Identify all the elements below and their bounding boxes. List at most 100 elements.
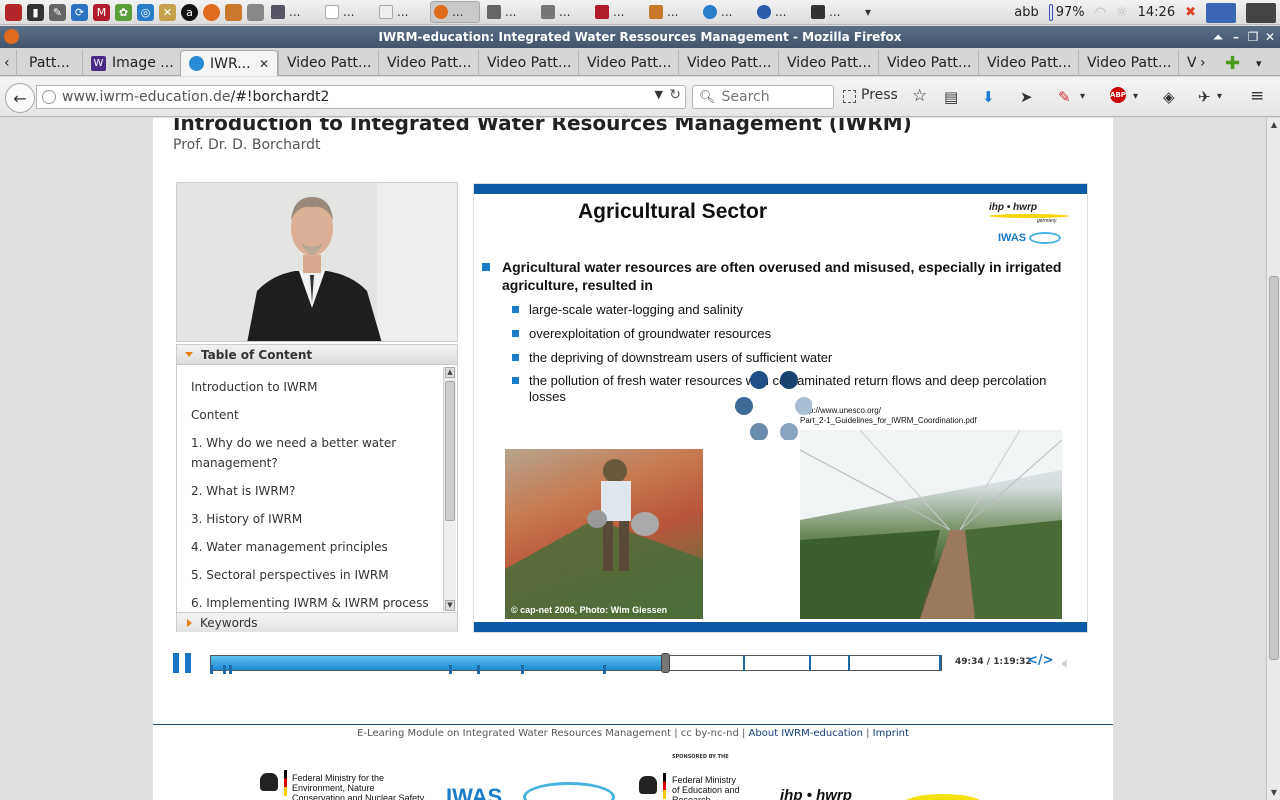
search-bar[interactable]: 🔍︎ [692,85,834,109]
tool-icon[interactable]: ✕ [159,3,176,21]
minimize-icon[interactable]: – [1228,29,1244,45]
hamburger-menu-icon[interactable]: ≡ [1250,86,1264,106]
maximize-icon[interactable]: ❐ [1245,29,1261,45]
tab-item[interactable]: Video Patt... [678,50,778,76]
adblock-icon[interactable]: ABP [1110,87,1126,103]
chapter-marker[interactable] [848,655,850,671]
scroll-up-icon[interactable]: ▲ [1268,119,1280,131]
text-editor-icon[interactable]: ✎ [49,3,66,21]
chevron-down-icon[interactable]: ▾ [1080,91,1085,102]
imprint-link[interactable]: Imprint [873,728,909,739]
firefox-icon[interactable] [203,3,220,21]
tab-item[interactable]: Patt... [16,50,82,76]
sync-icon[interactable]: ⟳ [71,3,88,21]
scroll-up-icon[interactable]: ▲ [445,367,455,378]
press-button[interactable]: Press [861,87,898,103]
progress-knob[interactable] [661,653,670,673]
tab-item[interactable]: W Image ... [82,50,180,76]
taskbar-item[interactable]: ... [646,1,696,23]
taskbar-overflow[interactable]: ▾ [862,1,886,23]
new-tab-button[interactable]: ✚ [1222,50,1246,76]
keyboard-layout[interactable]: abb [1014,5,1038,20]
volume-muted-icon[interactable]: ✖ [1185,5,1196,20]
scroll-down-icon[interactable]: ▼ [1268,787,1280,799]
back-button[interactable]: ← [5,83,35,113]
chapter-marker[interactable] [939,655,941,671]
firefox-workspace-icon[interactable] [1206,2,1236,23]
chapter-tick[interactable] [449,665,452,674]
chromium-icon[interactable]: ◎ [137,3,154,21]
network-icon[interactable]: ✿ [115,3,132,21]
url-history-dropdown[interactable]: ▼ [655,88,663,101]
wifi-icon[interactable]: ◠ [1095,5,1106,20]
clock[interactable]: 14:26 [1138,5,1175,20]
clean-icon[interactable]: ✎ [1058,88,1071,106]
toc-scrollbar[interactable]: ▲ ▼ [443,367,456,611]
chapter-marker[interactable] [743,655,745,671]
terminal-icon[interactable]: ▮ [27,3,44,21]
taskbar-item[interactable]: ... [538,1,588,23]
chapter-tick[interactable] [521,665,524,674]
tab-item[interactable]: Video Patt... [278,50,378,76]
tab-item[interactable]: Video Patt... [878,50,978,76]
brightness-icon[interactable]: ☼ [1116,5,1128,20]
tab-item[interactable]: V [1178,50,1196,76]
lecture-slide[interactable]: Agricultural Sector ihp • hwrp germany IW… [473,183,1088,633]
pause-button[interactable] [173,653,191,673]
taskbar-item[interactable]: ... [700,1,750,23]
files-icon[interactable] [225,3,242,21]
tools-icon[interactable]: ✈ [1198,88,1211,106]
volume-icon[interactable]: 🔈︎ [1062,654,1071,672]
screenshot-icon[interactable] [247,3,264,21]
chapter-tick[interactable] [477,665,480,674]
toc-item[interactable]: Content [191,405,441,425]
app-menu-icon[interactable] [5,3,22,21]
tab-item[interactable]: Video Patt... [478,50,578,76]
page-scroll-thumb[interactable] [1269,276,1279,660]
toc-header[interactable]: Table of Content [177,345,457,365]
chapter-tick[interactable] [603,665,606,674]
chapter-tick[interactable] [229,665,232,674]
page-scrollbar[interactable]: ▲ ▼ [1266,118,1280,800]
taskbar-item[interactable]: ... [322,1,372,23]
bookmark-star-icon[interactable]: ☆ [912,86,927,106]
about-link[interactable]: About IWRM-education [749,728,863,739]
taskbar-item[interactable]: ... [268,1,318,23]
toc-item[interactable]: 6. Implementing IWRM & IWRM process [191,593,441,613]
chapter-tick[interactable] [223,665,226,674]
taskbar-item[interactable]: ... [592,1,642,23]
taskbar-item[interactable]: ... [376,1,426,23]
url-bar[interactable]: www.iwrm-education.de/#!borchardt2 ▼ ↻ [36,85,686,109]
taskbar-item[interactable]: ... [754,1,804,23]
tab-item[interactable]: Video Patt... [578,50,678,76]
chevron-down-icon[interactable]: ▾ [1217,91,1222,102]
toc-item[interactable]: 5. Sectoral perspectives in IWRM [191,565,441,585]
tab-item[interactable]: Video Patt... [978,50,1078,76]
download-icon[interactable]: ⬇ [982,88,995,106]
close-tab-icon[interactable]: ✕ [259,57,269,71]
tab-item-active[interactable]: IWR... ✕ [180,50,278,76]
embed-code-button[interactable]: </> [1027,653,1054,668]
extension-icon[interactable]: ◈ [1163,88,1175,106]
search-input[interactable] [721,89,822,105]
url-text[interactable]: www.iwrm-education.de/#!borchardt2 [62,89,329,105]
terminal-workspace-icon[interactable] [1246,2,1276,23]
video-progress-bar[interactable] [210,653,942,673]
window-up-icon[interactable]: ⏶ [1210,29,1226,45]
keywords-header[interactable]: Keywords [177,612,457,632]
toc-item[interactable]: Introduction to IWRM [191,377,441,397]
reading-list-icon[interactable]: ▤ [944,88,958,106]
scroll-down-icon[interactable]: ▼ [445,600,455,611]
mendeley-icon[interactable]: M [93,3,110,21]
reload-icon[interactable]: ↻ [669,87,681,103]
taskbar-item-firefox[interactable]: ... [430,1,480,23]
taskbar-item[interactable]: ... [484,1,534,23]
tab-list-button[interactable]: ▾ [1252,50,1274,76]
chevron-down-icon[interactable]: ▾ [1133,91,1138,102]
tab-scroll-right[interactable]: › [1196,50,1216,76]
taskbar-item[interactable]: ... [808,1,858,23]
chapter-tick[interactable] [210,665,213,674]
tab-item[interactable]: Video Patt... [1078,50,1178,76]
tab-item[interactable]: Video Patt... [378,50,478,76]
send-icon[interactable]: ➤ [1020,88,1033,106]
